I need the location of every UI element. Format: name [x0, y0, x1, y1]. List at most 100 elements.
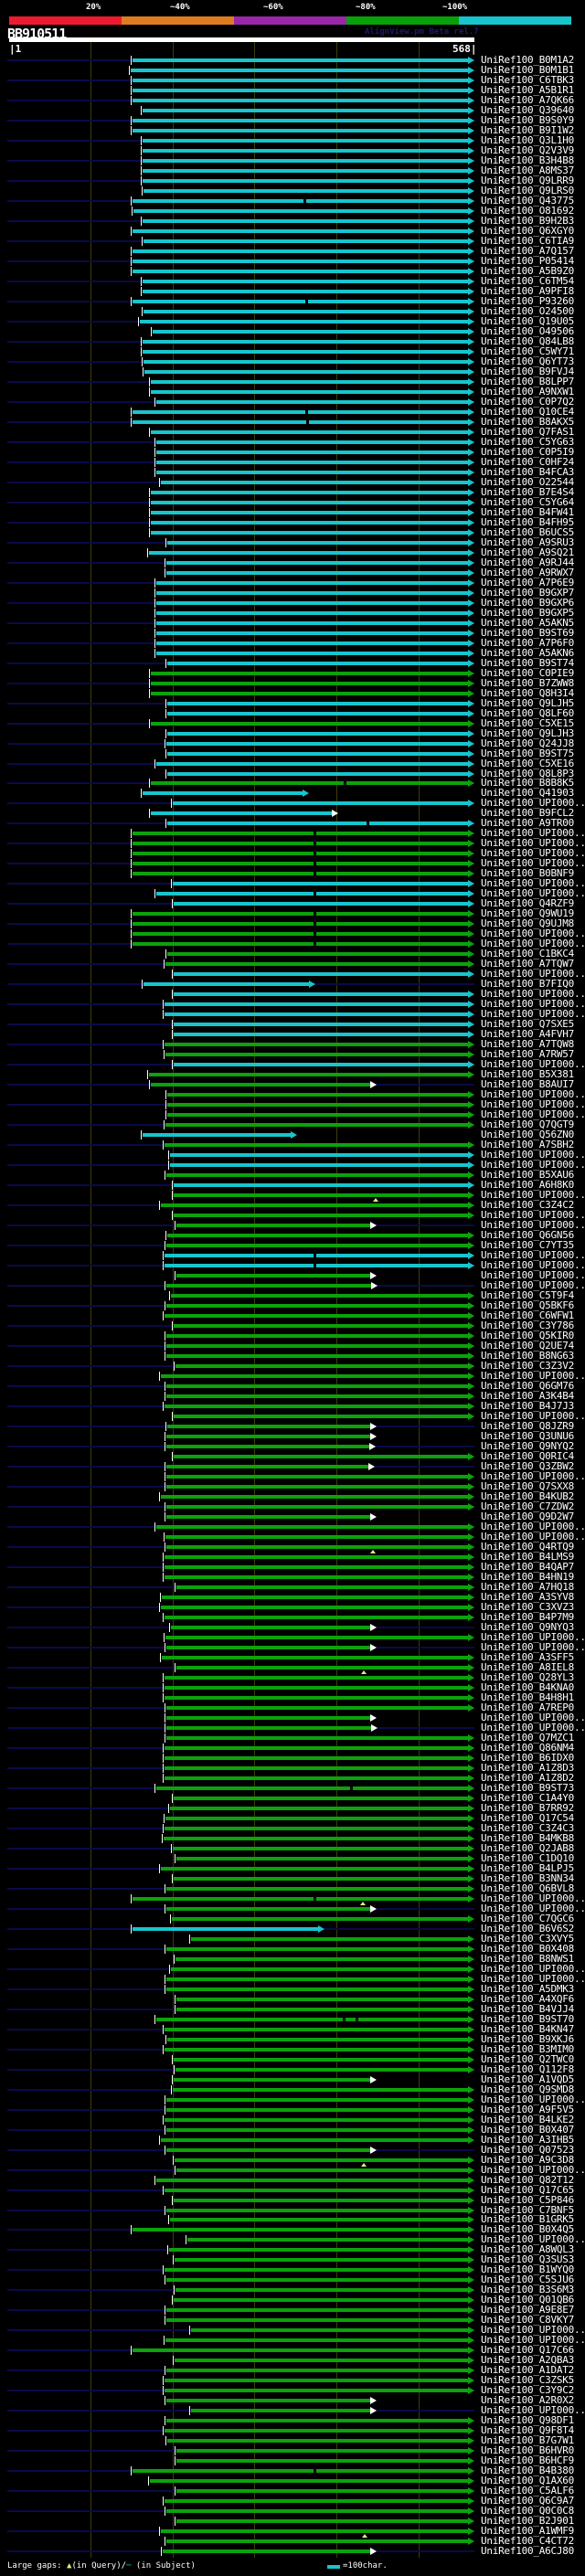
alignment-bar[interactable]	[176, 1957, 468, 1961]
alignment-bar[interactable]	[176, 1666, 468, 1670]
alignment-bar[interactable]	[174, 972, 468, 976]
alignment-bar[interactable]	[166, 1244, 468, 1247]
alignment-bar[interactable]	[133, 99, 468, 102]
alignment-bar[interactable]	[167, 662, 468, 665]
alignment-bar[interactable]	[150, 2479, 468, 2483]
alignment-bar[interactable]	[133, 942, 468, 946]
alignment-bar[interactable]	[166, 2539, 468, 2543]
alignment-bar[interactable]	[166, 1435, 370, 1438]
alignment-bar[interactable]	[166, 2128, 468, 2132]
alignment-bar[interactable]	[174, 902, 468, 906]
alignment-bar[interactable]	[161, 1867, 468, 1871]
alignment-bar[interactable]	[166, 1545, 468, 1549]
alignment-bar[interactable]	[133, 2469, 468, 2473]
alignment-bar[interactable]	[151, 511, 468, 514]
alignment-bar[interactable]	[171, 1967, 468, 1971]
alignment-bar[interactable]	[165, 2189, 468, 2192]
alignment-bar[interactable]	[174, 2199, 468, 2202]
alignment-bar[interactable]	[133, 270, 468, 273]
alignment-bar[interactable]	[166, 1706, 468, 1710]
alignment-bar[interactable]	[133, 932, 468, 936]
alignment-bar[interactable]	[173, 2088, 468, 2092]
alignment-bar[interactable]	[133, 922, 468, 926]
alignment-bar[interactable]	[166, 1384, 468, 1388]
alignment-bar[interactable]	[174, 1023, 468, 1026]
alignment-bar[interactable]	[165, 2048, 468, 2051]
alignment-bar[interactable]	[133, 410, 468, 414]
alignment-bar[interactable]	[165, 1264, 468, 1267]
alignment-bar[interactable]	[156, 461, 468, 464]
alignment-bar[interactable]	[166, 1354, 468, 1358]
alignment-bar[interactable]	[176, 1224, 370, 1227]
alignment-bar[interactable]	[165, 1043, 468, 1046]
alignment-bar[interactable]	[156, 400, 468, 404]
alignment-bar[interactable]	[166, 1646, 370, 1649]
alignment-bar[interactable]	[165, 1746, 468, 1750]
alignment-bar[interactable]	[167, 1113, 468, 1117]
alignment-bar[interactable]	[144, 310, 468, 313]
alignment-bar[interactable]	[166, 1475, 468, 1479]
alignment-bar[interactable]	[133, 229, 468, 233]
alignment-bar[interactable]	[166, 1716, 370, 1720]
alignment-bar[interactable]	[165, 1565, 468, 1569]
alignment-bar[interactable]	[166, 1988, 468, 1991]
alignment-bar[interactable]	[151, 722, 468, 726]
alignment-bar[interactable]	[165, 1696, 468, 1700]
alignment-bar[interactable]	[165, 1776, 468, 1780]
alignment-bar[interactable]	[133, 129, 468, 133]
alignment-bar[interactable]	[166, 2308, 468, 2312]
alignment-bar[interactable]	[165, 1405, 468, 1408]
alignment-bar[interactable]	[161, 1374, 468, 1378]
alignment-bar[interactable]	[151, 1083, 370, 1087]
alignment-bar[interactable]	[140, 320, 468, 323]
alignment-bar[interactable]	[176, 1857, 468, 1860]
alignment-bar[interactable]	[166, 1304, 468, 1308]
alignment-bar[interactable]	[166, 2209, 468, 2212]
alignment-bar[interactable]	[166, 1344, 468, 1348]
alignment-bar[interactable]	[176, 1364, 468, 1368]
alignment-bar[interactable]	[165, 1053, 468, 1056]
alignment-bar[interactable]	[187, 2238, 468, 2242]
alignment-bar[interactable]	[133, 1897, 468, 1901]
alignment-bar[interactable]	[164, 1837, 468, 1840]
alignment-bar[interactable]	[133, 2228, 468, 2231]
alignment-bar[interactable]	[174, 1415, 468, 1418]
alignment-bar[interactable]	[156, 451, 468, 454]
alignment-bar[interactable]	[165, 2268, 468, 2272]
alignment-bar[interactable]	[174, 2058, 468, 2062]
alignment-bar[interactable]	[167, 732, 468, 736]
alignment-bar[interactable]	[174, 1324, 468, 1328]
alignment-bar[interactable]	[149, 551, 468, 555]
alignment-bar[interactable]	[166, 2278, 468, 2282]
alignment-bar[interactable]	[143, 1133, 291, 1137]
alignment-bar[interactable]	[175, 2359, 468, 2362]
alignment-bar[interactable]	[174, 1063, 468, 1066]
alignment-bar[interactable]	[171, 1294, 468, 1298]
alignment-bar[interactable]	[133, 119, 468, 122]
alignment-bar[interactable]	[133, 260, 468, 263]
alignment-bar[interactable]	[166, 742, 468, 746]
alignment-bar[interactable]	[162, 1656, 468, 1659]
alignment-bar[interactable]	[166, 1887, 468, 1891]
alignment-bar[interactable]	[143, 280, 468, 283]
alignment-bar[interactable]	[167, 1425, 370, 1428]
alignment-bar[interactable]	[166, 1947, 468, 1951]
alignment-bar[interactable]	[151, 430, 468, 434]
alignment-bar[interactable]	[165, 2379, 468, 2382]
alignment-bar[interactable]	[161, 1203, 468, 1207]
alignment-bar[interactable]	[165, 1575, 468, 1579]
alignment-bar[interactable]	[161, 2138, 468, 2142]
alignment-bar[interactable]	[156, 471, 468, 474]
alignment-bar[interactable]	[156, 440, 468, 444]
alignment-bar[interactable]	[176, 1585, 468, 1589]
alignment-bar[interactable]	[133, 209, 468, 213]
alignment-bar[interactable]	[163, 2549, 370, 2553]
alignment-bar[interactable]	[149, 1073, 468, 1076]
alignment-bar[interactable]	[156, 1525, 468, 1529]
alignment-bar[interactable]	[133, 300, 468, 303]
alignment-bar[interactable]	[144, 370, 468, 374]
alignment-bar[interactable]	[176, 1998, 468, 2001]
alignment-bar[interactable]	[165, 1002, 468, 1006]
alignment-bar[interactable]	[143, 159, 468, 163]
alignment-bar[interactable]	[144, 189, 468, 193]
